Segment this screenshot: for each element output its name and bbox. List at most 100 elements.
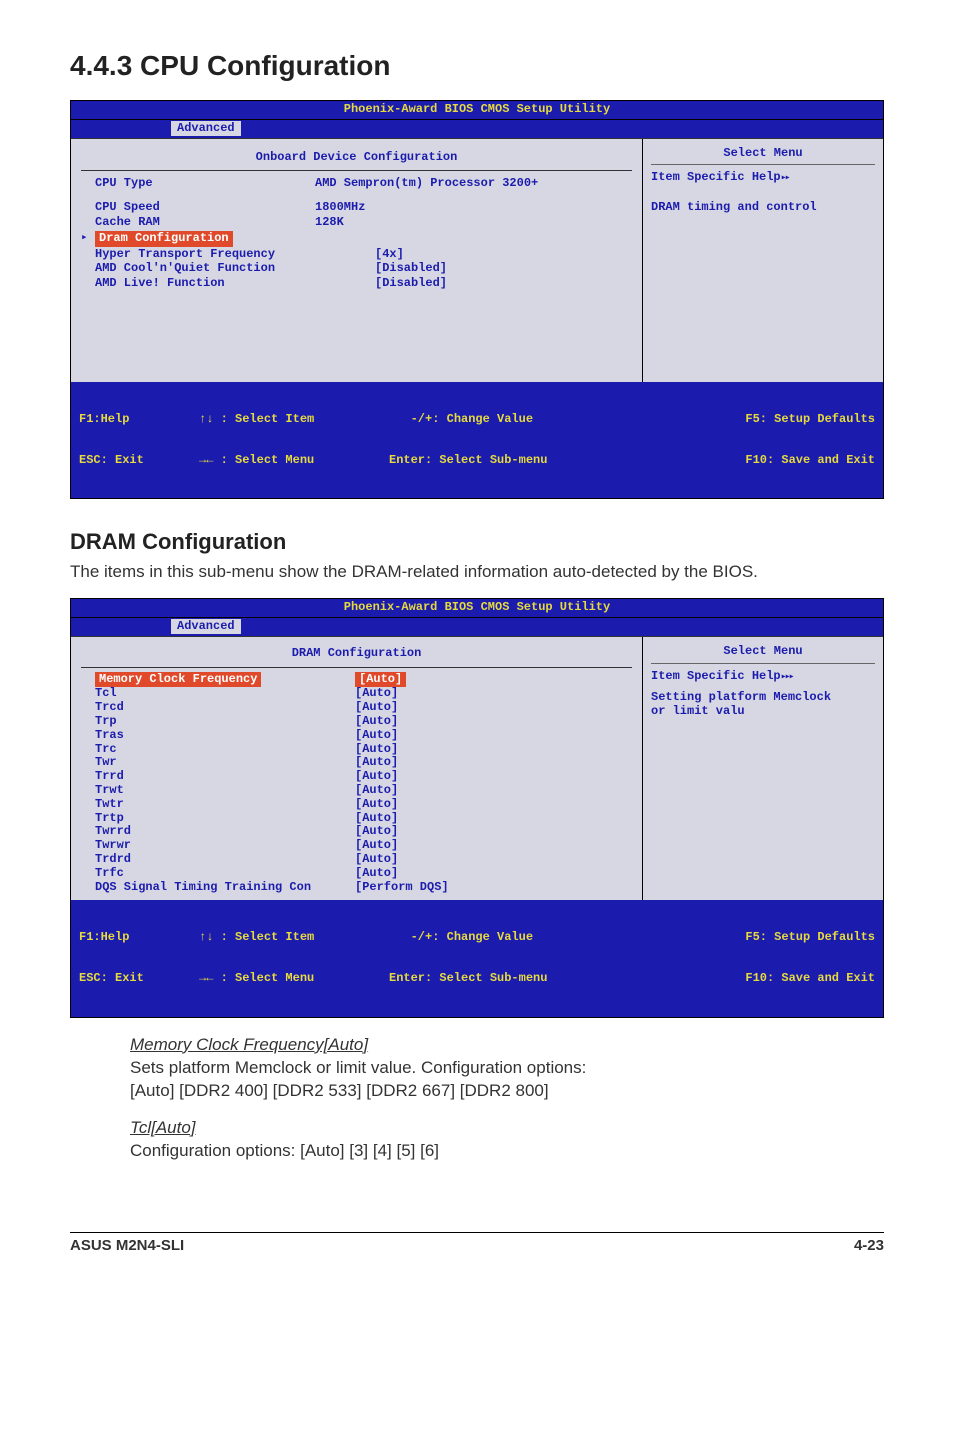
setting-value: [Auto] xyxy=(355,784,632,798)
footer2-select-item: : Select Item xyxy=(199,931,379,945)
setting-label: Trc xyxy=(95,743,355,757)
bios-screenshot-dram: Phoenix-Award BIOS CMOS Setup Utility Ad… xyxy=(70,598,884,1018)
defn-memclock-line1: Sets platform Memclock or limit value. C… xyxy=(130,1057,884,1080)
leftright-arrow-icon xyxy=(199,453,213,467)
tab-advanced: Advanced xyxy=(171,121,241,136)
cnq-value: [Disabled] xyxy=(375,262,447,276)
bios-right-panel2: Select Menu Item Specific Help Setting p… xyxy=(643,637,883,901)
table-row[interactable]: Trp[Auto] xyxy=(81,715,632,729)
row-cnq[interactable]: AMD Cool'n'Quiet Function [Disabled] xyxy=(81,262,632,276)
footer2-f1: F1:Help xyxy=(79,931,189,945)
defn-tcl-body: Configuration options: [Auto] [3] [4] [5… xyxy=(130,1140,884,1163)
footer2-enter: Enter: Select Sub-menu xyxy=(389,972,609,986)
setting-label: Trp xyxy=(95,715,355,729)
panel-title: Onboard Device Configuration xyxy=(81,147,632,171)
section-heading: 4.4.3 CPU Configuration xyxy=(70,50,884,82)
cnq-label: AMD Cool'n'Quiet Function xyxy=(95,262,375,276)
footer-left: ASUS M2N4-SLI xyxy=(70,1237,184,1254)
footer2-f10: F10: Save and Exit xyxy=(745,972,875,986)
setting-label: Tcl xyxy=(95,687,355,701)
setting-value: [Auto] xyxy=(355,825,632,839)
setting-label: Twtr xyxy=(95,798,355,812)
updown-arrow-icon2 xyxy=(199,930,213,944)
dram-config-label: Dram Configuration xyxy=(95,231,233,247)
table-row[interactable]: Twrwr[Auto] xyxy=(81,839,632,853)
footer-f1: F1:Help xyxy=(79,413,189,427)
table-row[interactable]: Trwt[Auto] xyxy=(81,784,632,798)
setting-value: [Perform DQS] xyxy=(355,881,632,895)
table-row[interactable]: Trcd[Auto] xyxy=(81,701,632,715)
panel-title2: DRAM Configuration xyxy=(81,643,632,667)
defn-memclock: Memory Clock Frequency[Auto] Sets platfo… xyxy=(130,1034,884,1103)
table-row[interactable]: Twtr[Auto] xyxy=(81,798,632,812)
memclock-label: Memory Clock Frequency xyxy=(95,672,261,688)
setting-value: [Auto] xyxy=(355,729,632,743)
setting-label: Trwt xyxy=(95,784,355,798)
row-dram-config[interactable]: ▸ Dram Configuration xyxy=(81,231,632,247)
live-label: AMD Live! Function xyxy=(95,277,375,291)
setting-label: Twrrd xyxy=(95,825,355,839)
bios-footer2: F1:Help ESC: Exit : Select Item : Select… xyxy=(71,900,883,1016)
footer-right: 4-23 xyxy=(854,1237,884,1254)
defn-memclock-term: Memory Clock Frequency[Auto] xyxy=(130,1034,884,1057)
footer2-f5: F5: Setup Defaults xyxy=(745,931,875,945)
cpu-speed-value: 1800MHz xyxy=(315,201,485,215)
memclock-value: [Auto] xyxy=(355,672,406,688)
leftright-arrow-icon2 xyxy=(199,971,213,985)
table-row[interactable]: Tcl[Auto] xyxy=(81,687,632,701)
bios-main: Onboard Device Configuration CPU Type AM… xyxy=(71,139,883,382)
row-cpu-speed: CPU Speed 1800MHz xyxy=(81,201,632,215)
help-title: Item Specific Help xyxy=(651,171,875,185)
setting-value: [Auto] xyxy=(355,701,632,715)
footer2-change: -/+: Change Value xyxy=(389,931,609,945)
cpu-speed-label: CPU Speed xyxy=(95,201,315,215)
footer-f10: F10: Save and Exit xyxy=(745,454,875,468)
cache-label: Cache RAM xyxy=(95,216,315,230)
bios-screenshot-cpu: Phoenix-Award BIOS CMOS Setup Utility Ad… xyxy=(70,100,884,499)
row-cpu-type: CPU Type AMD Sempron(tm) Processor 3200+ xyxy=(81,177,632,191)
setting-label: Trrd xyxy=(95,770,355,784)
row-live[interactable]: AMD Live! Function [Disabled] xyxy=(81,277,632,291)
bios-main2: DRAM Configuration Memory Clock Frequenc… xyxy=(71,637,883,901)
setting-label: Trfc xyxy=(95,867,355,881)
bios-tabbar: Advanced xyxy=(71,119,883,138)
row-cache: Cache RAM 128K xyxy=(81,216,632,230)
row-memclock[interactable]: Memory Clock Frequency [Auto] xyxy=(81,672,632,688)
bios-footer: F1:Help ESC: Exit : Select Item : Select… xyxy=(71,382,883,498)
table-row[interactable]: Trdrd[Auto] xyxy=(81,853,632,867)
page-footer: ASUS M2N4-SLI 4-23 xyxy=(70,1232,884,1254)
table-row[interactable]: Tras[Auto] xyxy=(81,729,632,743)
table-row[interactable]: Twrrd[Auto] xyxy=(81,825,632,839)
help-body: DRAM timing and control xyxy=(651,201,875,215)
table-row[interactable]: Trfc[Auto] xyxy=(81,867,632,881)
setting-label: Trdrd xyxy=(95,853,355,867)
bios-title: Phoenix-Award BIOS CMOS Setup Utility xyxy=(71,101,883,119)
setting-value: [Auto] xyxy=(355,798,632,812)
help-arrows-icon2 xyxy=(781,669,793,683)
setting-value: [Auto] xyxy=(355,687,632,701)
table-row[interactable]: Twr[Auto] xyxy=(81,756,632,770)
setting-value: [Auto] xyxy=(355,715,632,729)
dram-body: The items in this sub-menu show the DRAM… xyxy=(70,561,884,584)
footer-select-item: : Select Item xyxy=(199,413,379,427)
help-title2: Item Specific Help xyxy=(651,670,875,684)
tab-advanced2: Advanced xyxy=(171,619,241,634)
footer-f5: F5: Setup Defaults xyxy=(745,413,875,427)
cpu-type-label: CPU Type xyxy=(95,177,315,191)
cache-value: 128K xyxy=(315,216,485,230)
setting-label: Tras xyxy=(95,729,355,743)
setting-label: Twrwr xyxy=(95,839,355,853)
help-body2-line1: Setting platform Memclock xyxy=(651,691,875,705)
table-row[interactable]: DQS Signal Timing Training Con[Perform D… xyxy=(81,881,632,895)
footer2-esc: ESC: Exit xyxy=(79,972,189,986)
bios-title2: Phoenix-Award BIOS CMOS Setup Utility xyxy=(71,599,883,617)
table-row[interactable]: Trc[Auto] xyxy=(81,743,632,757)
submenu-triangle-icon: ▸ xyxy=(81,232,95,245)
bios-left-panel2: DRAM Configuration Memory Clock Frequenc… xyxy=(71,637,643,901)
footer-change: -/+: Change Value xyxy=(389,413,609,427)
cpu-type-value: AMD Sempron(tm) Processor 3200+ xyxy=(315,177,538,191)
footer-select-menu: : Select Menu xyxy=(199,454,379,468)
row-hyper[interactable]: Hyper Transport Frequency [4x] xyxy=(81,248,632,262)
table-row[interactable]: Trtp[Auto] xyxy=(81,812,632,826)
table-row[interactable]: Trrd[Auto] xyxy=(81,770,632,784)
